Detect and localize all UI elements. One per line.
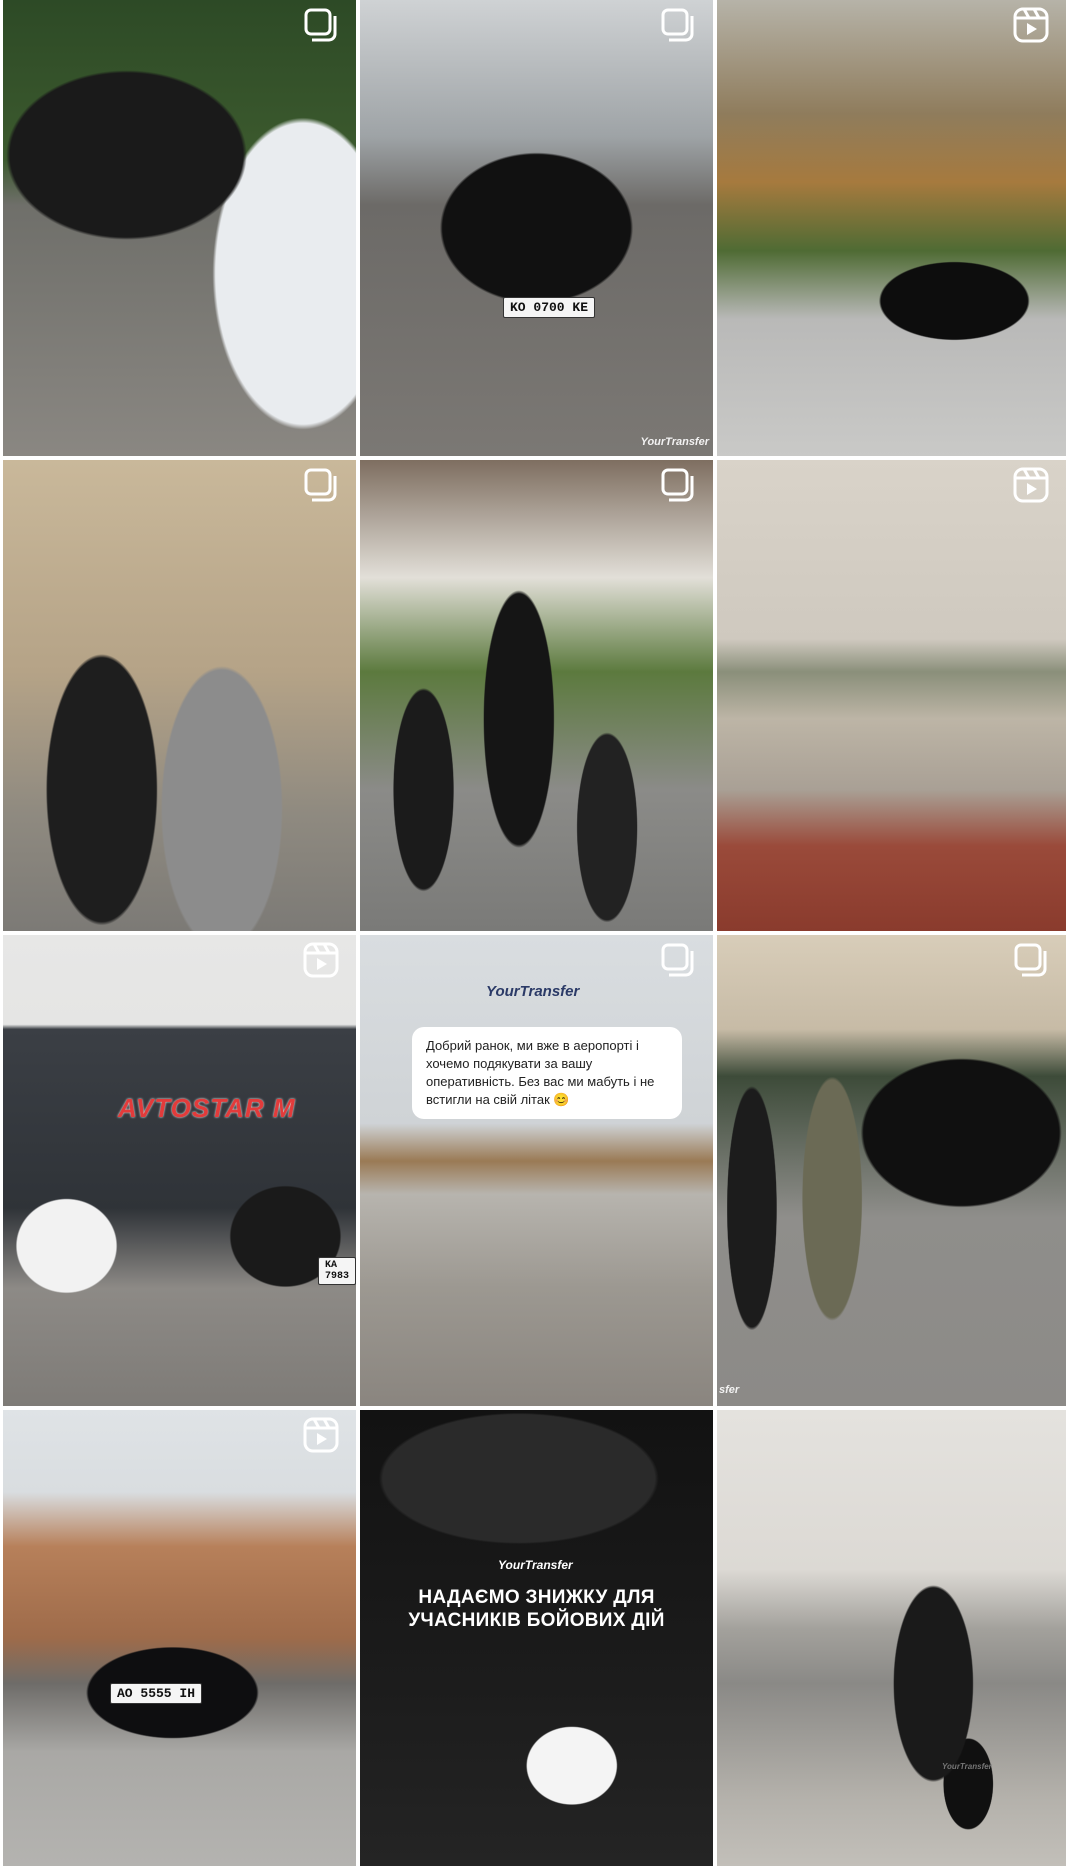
post-grid: KO 0700 KE YourTransfer AVTOSTAR M KA 79… [0, 0, 1066, 1866]
reel-icon [1012, 466, 1050, 504]
watermark: sfer [719, 1384, 740, 1396]
carousel-icon [659, 466, 697, 504]
post-tile[interactable] [717, 0, 1066, 456]
post-photo-woman-suitcase [717, 1410, 1066, 1866]
reel-icon [302, 941, 340, 979]
brand-logo: YourTransfer [486, 983, 580, 1000]
post-tile[interactable]: YourTransfer [717, 1410, 1066, 1866]
post-photo-black-sedan [360, 0, 713, 456]
post-photo-family [360, 460, 713, 931]
carousel-icon [302, 6, 340, 44]
license-plate: KA 7983 [318, 1257, 356, 1285]
carousel-icon [302, 466, 340, 504]
post-photo-avtostar [3, 935, 356, 1406]
post-tile[interactable] [3, 0, 356, 456]
post-photo-car-mirror [3, 0, 356, 456]
post-tile[interactable]: KO 0700 KE YourTransfer [360, 0, 713, 456]
promo-headline: НАДАЄМО ЗНИЖКУ ДЛЯ УЧАСНИКІВ БОЙОВИХ ДІЙ [408, 1587, 665, 1631]
post-tile[interactable] [3, 460, 356, 931]
post-tile[interactable]: YourTransfer НАДАЄМО ЗНИЖКУ ДЛЯ УЧАСНИКІ… [360, 1410, 713, 1866]
review-message: Добрий ранок, ми вже в аеропорті і хочем… [412, 1027, 682, 1119]
post-photo-van-men [717, 935, 1066, 1406]
carousel-icon [1012, 941, 1050, 979]
license-plate: KO 0700 KE [503, 297, 596, 318]
carousel-icon [659, 941, 697, 979]
post-tile[interactable]: AO 5555 IH [3, 1410, 356, 1866]
reel-icon [1012, 6, 1050, 44]
post-photo-discount-promo [360, 1410, 713, 1866]
dealership-sign: AVTOSTAR M [118, 1093, 296, 1123]
post-tile[interactable]: AVTOSTAR M KA 7983 [3, 935, 356, 1406]
reel-icon [302, 1416, 340, 1454]
post-tile[interactable] [360, 460, 713, 931]
post-photo-mercedes-villa [3, 1410, 356, 1866]
luggage-label: YourTransfer [942, 1762, 992, 1771]
post-photo-van-forest [717, 0, 1066, 456]
post-photo-city-view [717, 460, 1066, 931]
post-photo-airport [360, 935, 713, 1406]
post-tile[interactable]: sfer [717, 935, 1066, 1406]
watermark: YourTransfer [640, 436, 709, 448]
license-plate: AO 5555 IH [110, 1683, 203, 1704]
brand-logo: YourTransfer [498, 1558, 573, 1572]
post-photo-couple-selfie [3, 460, 356, 931]
post-tile[interactable] [717, 460, 1066, 931]
carousel-icon [659, 6, 697, 44]
post-tile[interactable]: YourTransfer Добрий ранок, ми вже в аеро… [360, 935, 713, 1406]
